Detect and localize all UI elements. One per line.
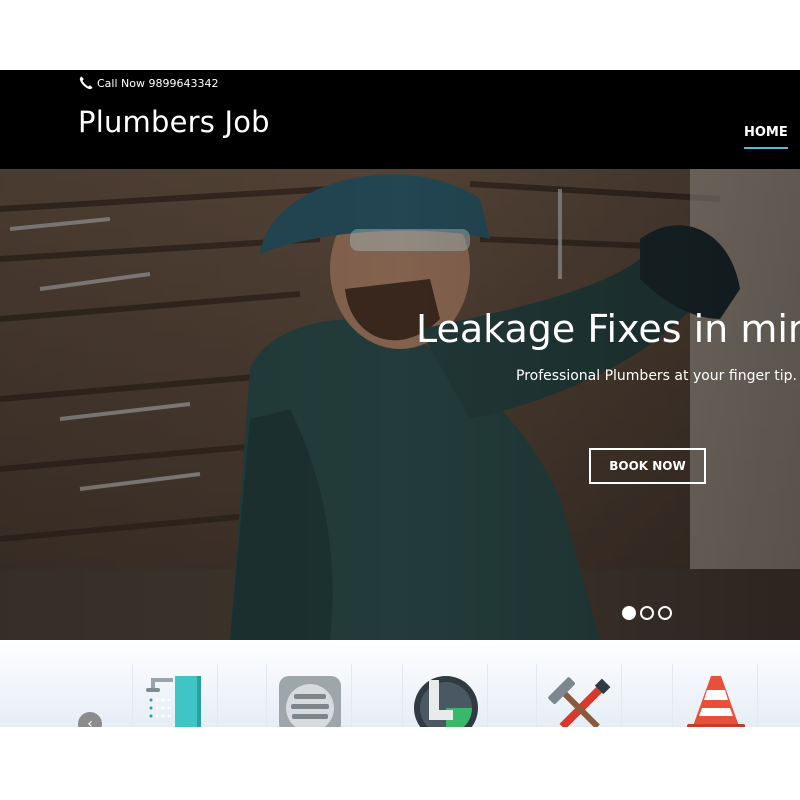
slider-dot-1[interactable]: [622, 606, 636, 620]
call-now-text: Call Now 9899643342: [97, 76, 219, 90]
service-item-safety[interactable]: [672, 664, 758, 727]
nav-item-home[interactable]: HOME: [744, 125, 788, 149]
shower-icon: [146, 676, 201, 727]
service-item-tools[interactable]: [536, 664, 622, 727]
book-now-button[interactable]: BOOK NOW: [589, 448, 706, 484]
call-now-link[interactable]: Call Now 9899643342: [78, 74, 218, 92]
hero-subtitle: Professional Plumbers at your finger tip…: [516, 368, 797, 384]
slider-dot-3[interactable]: [658, 606, 672, 620]
page: Call Now 9899643342 Plumbers Job HOME Le…: [0, 0, 800, 800]
traffic-cone-icon: [687, 676, 745, 727]
service-item-shower[interactable]: [132, 664, 218, 727]
slider-dot-2[interactable]: [640, 606, 654, 620]
hero-background-image: [0, 169, 800, 640]
slider-pagination: [622, 606, 672, 620]
tools-icon: [548, 677, 611, 727]
drain-grate-icon: [279, 676, 341, 727]
site-logo[interactable]: Plumbers Job: [78, 105, 270, 139]
service-item-pipes[interactable]: [402, 664, 488, 727]
pipe-gauge-icon: [414, 676, 478, 727]
carousel-prev-arrow[interactable]: ‹: [78, 712, 102, 727]
services-carousel: ‹: [0, 640, 800, 727]
service-item-drain[interactable]: [266, 664, 352, 727]
site-header: Call Now 9899643342 Plumbers Job HOME: [0, 70, 800, 169]
phone-icon: [79, 76, 93, 90]
hero-title: Leakage Fixes in min: [416, 307, 800, 351]
hero-slider: Leakage Fixes in min Professional Plumbe…: [0, 169, 800, 640]
